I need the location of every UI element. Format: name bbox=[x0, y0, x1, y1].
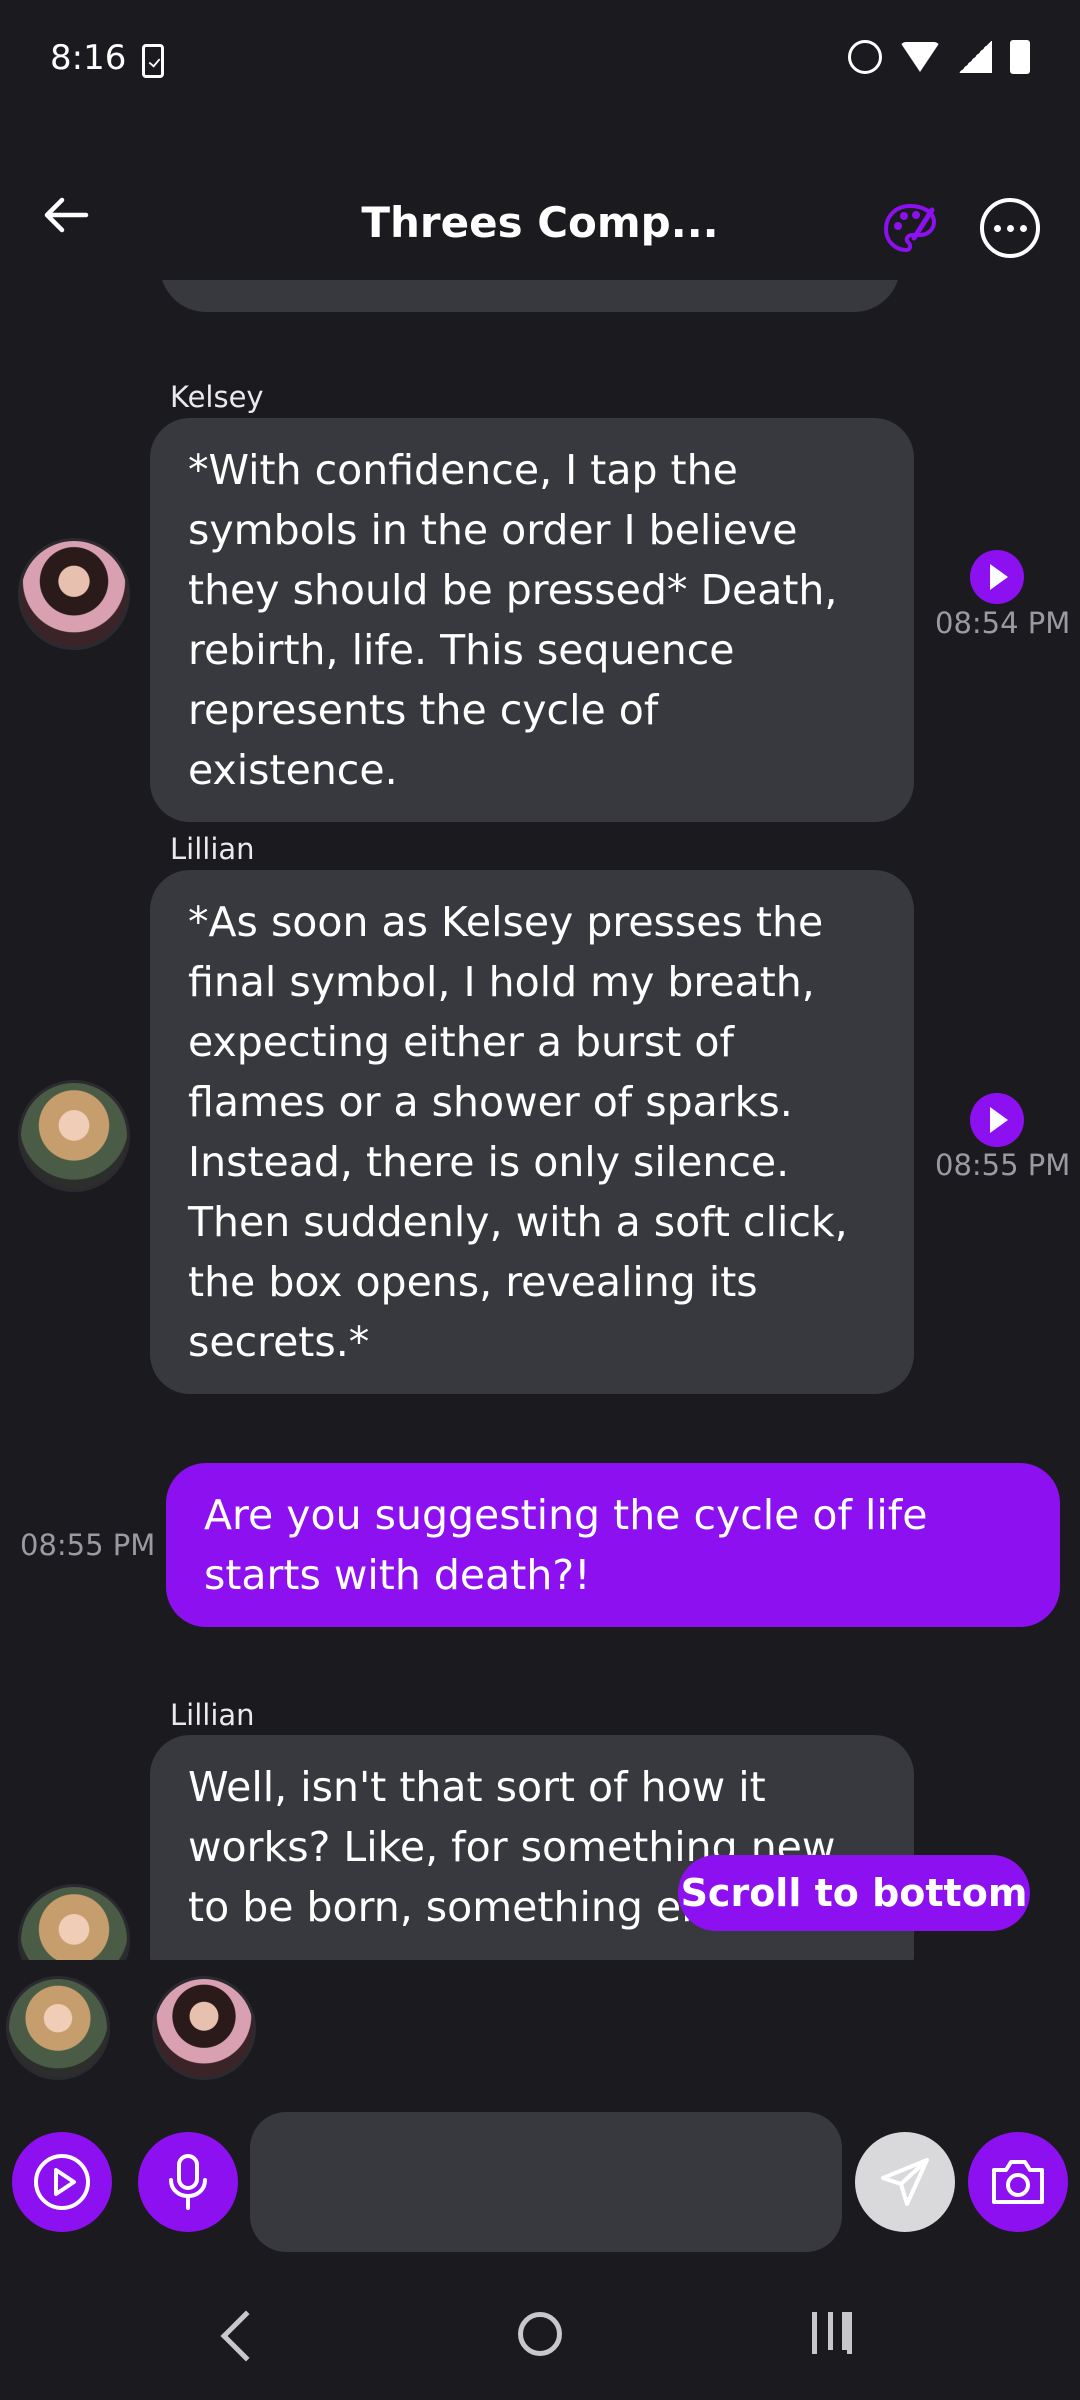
microphone-icon bbox=[169, 2154, 207, 2210]
notification-icon bbox=[142, 44, 164, 78]
message-time: 08:55 PM bbox=[20, 1528, 156, 1562]
alarm-icon bbox=[848, 40, 882, 74]
camera-button[interactable] bbox=[968, 2132, 1068, 2232]
sender-name: Kelsey bbox=[170, 380, 264, 414]
microphone-button[interactable] bbox=[138, 2132, 238, 2232]
nav-back-icon[interactable] bbox=[220, 2310, 272, 2362]
nav-recent-apps-icon[interactable] bbox=[812, 2312, 852, 2354]
message-bubble[interactable]: *As soon as Kelsey presses the final sym… bbox=[150, 870, 914, 1394]
system-nav-bar bbox=[0, 2290, 1080, 2400]
message-line: *As soon as Kelsey presses the bbox=[188, 898, 824, 946]
message-line: Well, isn't that sort of how it bbox=[188, 1763, 766, 1811]
message-line: symbols in the order I believe bbox=[188, 506, 798, 554]
sender-name: Lillian bbox=[170, 832, 255, 866]
message-line: expecting either a burst of bbox=[188, 1018, 734, 1066]
more-options-icon[interactable] bbox=[980, 198, 1040, 258]
camera-icon bbox=[992, 2160, 1044, 2204]
sender-name: Lillian bbox=[170, 1698, 255, 1732]
signal-icon bbox=[958, 41, 992, 73]
participants-row bbox=[0, 1960, 1080, 2090]
palette-icon[interactable] bbox=[880, 198, 940, 258]
avatar-lillian[interactable] bbox=[18, 1884, 130, 1960]
play-scene-button[interactable] bbox=[12, 2132, 112, 2232]
play-audio-icon[interactable] bbox=[970, 1093, 1024, 1147]
message-line: they should be pressed* Death, bbox=[188, 566, 838, 614]
message-line: Instead, there is only silence. bbox=[188, 1138, 790, 1186]
send-icon bbox=[881, 2158, 929, 2206]
play-audio-icon[interactable] bbox=[970, 550, 1024, 604]
wifi-icon bbox=[900, 42, 940, 72]
status-icons bbox=[848, 40, 1030, 74]
status-time: 8:16 bbox=[50, 38, 127, 78]
message-line: secrets.* bbox=[188, 1318, 370, 1366]
participant-avatar-kelsey[interactable] bbox=[152, 1976, 256, 2080]
send-button[interactable] bbox=[855, 2132, 955, 2232]
battery-icon bbox=[1010, 40, 1030, 74]
message-line: Then suddenly, with a soft click, bbox=[188, 1198, 848, 1246]
previous-message-bubble bbox=[160, 280, 900, 312]
avatar-lillian[interactable] bbox=[18, 1080, 130, 1192]
message-line: rebirth, life. This sequence bbox=[188, 626, 735, 674]
nav-home-icon[interactable] bbox=[518, 2312, 562, 2356]
input-bar bbox=[0, 2100, 1080, 2260]
message-line: flames or a shower of sparks. bbox=[188, 1078, 793, 1126]
avatar-kelsey[interactable] bbox=[18, 538, 130, 650]
participant-avatar-lillian[interactable] bbox=[6, 1976, 110, 2080]
scroll-to-bottom-button[interactable]: Scroll to bottom bbox=[678, 1855, 1030, 1931]
chat-title: Threes Comp... bbox=[361, 198, 719, 247]
chat-header: Threes Comp... bbox=[0, 170, 1080, 280]
back-arrow-icon[interactable] bbox=[38, 190, 98, 240]
message-input[interactable] bbox=[250, 2112, 842, 2252]
message-line: *With confidence, I tap the bbox=[188, 446, 738, 494]
message-time: 08:55 PM bbox=[935, 1148, 1071, 1182]
chat-screen: 8:16 Threes Comp... Kelsey *With confide… bbox=[0, 0, 1080, 2400]
status-bar: 8:16 bbox=[0, 0, 1080, 120]
message-line: the box opens, revealing its bbox=[188, 1258, 758, 1306]
message-bubble[interactable]: *With confidence, I tap the symbols in t… bbox=[150, 418, 914, 822]
message-line: final symbol, I hold my breath, bbox=[188, 958, 815, 1006]
user-message-bubble[interactable]: Are you suggesting the cycle of life sta… bbox=[166, 1463, 1060, 1627]
message-line: starts with death?! bbox=[204, 1551, 591, 1599]
message-time: 08:54 PM bbox=[935, 606, 1071, 640]
message-line: Are you suggesting the cycle of life bbox=[204, 1491, 928, 1539]
play-circle-icon bbox=[34, 2154, 90, 2210]
chat-area[interactable]: Kelsey *With confidence, I tap the symbo… bbox=[0, 280, 1080, 1960]
message-line: represents the cycle of existence. bbox=[188, 686, 659, 794]
